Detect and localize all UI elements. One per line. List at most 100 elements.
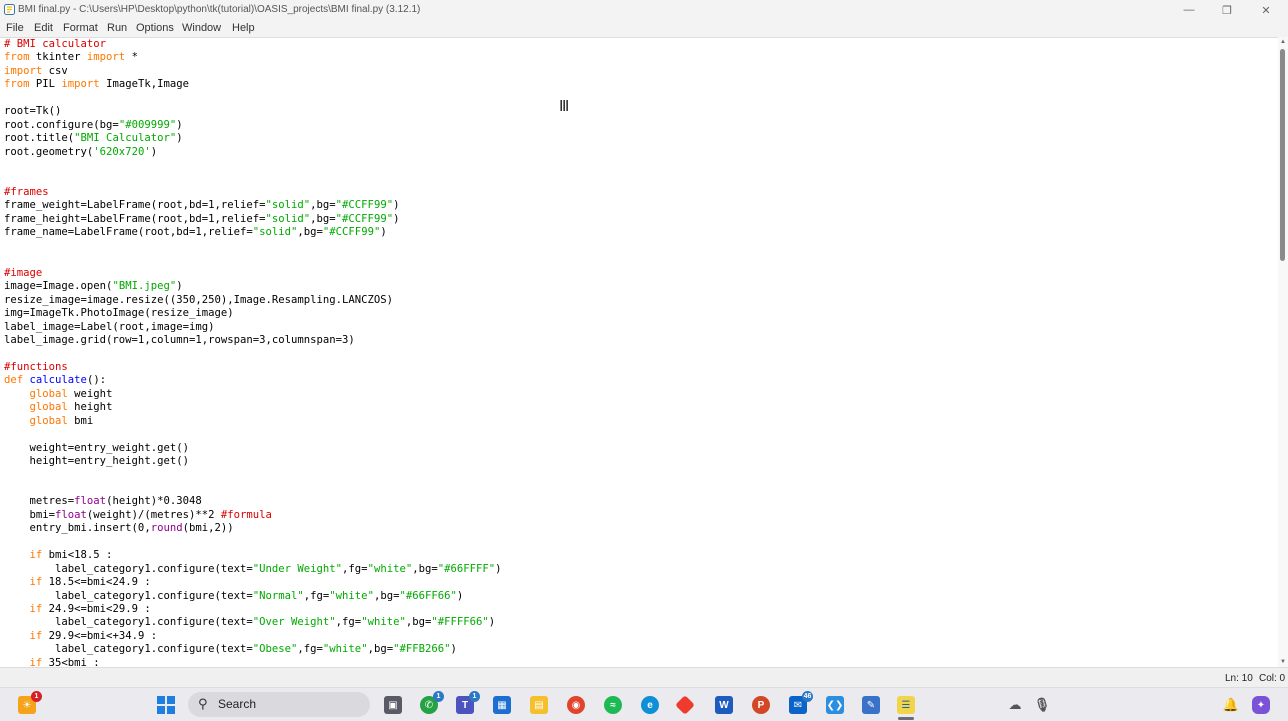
code-line[interactable]: root.geometry('620x720') [4, 146, 157, 158]
teams-icon[interactable]: T 1 [456, 691, 480, 714]
code-line[interactable]: bmi=float(weight)/(metres)**2 #formula [4, 509, 272, 521]
code-line[interactable]: metres=float(height)*0.3048 [4, 495, 202, 507]
close-button[interactable]: ✕ [1247, 0, 1285, 20]
code-token: ,bg= [367, 643, 394, 656]
powerpoint-icon[interactable]: P [752, 696, 770, 714]
code-token: "#66FFFF" [437, 562, 496, 575]
code-line[interactable]: global height [4, 401, 113, 413]
code-token: ) [393, 212, 400, 225]
code-line[interactable]: root.title("BMI Calculator") [4, 132, 183, 144]
code-line[interactable]: root=Tk() [4, 105, 61, 117]
scroll-down-icon[interactable]: ▼ [1280, 659, 1286, 665]
code-token: "#CCFF99" [335, 212, 394, 225]
menu-options[interactable]: Options [136, 22, 174, 34]
code-line[interactable]: frame_weight=LabelFrame(root,bd=1,relief… [4, 199, 399, 211]
code-line[interactable]: if bmi<18.5 : [4, 549, 113, 562]
mail-icon[interactable]: ✉ 46 [789, 691, 813, 714]
code-line[interactable]: #functions [4, 361, 68, 373]
code-token: bmi [67, 414, 94, 427]
code-token: ,fg= [303, 589, 330, 602]
code-line[interactable]: frame_name=LabelFrame(root,bd=1,relief="… [4, 226, 387, 238]
bell-icon[interactable]: 🔔 [1222, 696, 1240, 714]
code-line[interactable]: from PIL import ImageTk,Image [4, 78, 189, 90]
vertical-scrollbar[interactable]: ▲ ▼ [1278, 37, 1288, 667]
onedrive-icon[interactable]: ☁ [1006, 696, 1024, 714]
code-line[interactable]: height=entry_height.get() [4, 455, 189, 467]
code-token: height=entry_height.get() [4, 455, 189, 468]
status-bar: Ln: 10 Col: 0 [0, 667, 1288, 688]
code-line[interactable]: weight=entry_weight.get() [4, 442, 189, 454]
code-line[interactable]: label_category1.configure(text="Under We… [4, 563, 502, 575]
word-icon[interactable]: W [715, 696, 733, 714]
code-line[interactable]: resize_image=image.resize((350,250),Imag… [4, 294, 393, 306]
code-line[interactable]: label_category1.configure(text="Obese",f… [4, 643, 457, 655]
code-token: round [150, 522, 183, 535]
code-editor[interactable]: # BMI calculator from tkinter import * i… [0, 37, 1278, 668]
restore-button[interactable]: ❐ [1208, 0, 1246, 20]
scroll-up-icon[interactable]: ▲ [1280, 39, 1286, 45]
menu-file[interactable]: File [6, 22, 24, 34]
menu-help[interactable]: Help [232, 22, 255, 34]
python-idle-icon [4, 4, 15, 15]
taskbar-search-box[interactable]: ⚲ Search [188, 692, 370, 717]
code-line[interactable]: label_image=Label(root,image=img) [4, 321, 214, 333]
code-line[interactable]: if 18.5<=bmi<24.9 : [4, 576, 151, 588]
code-token: ) [450, 643, 457, 656]
notepad-icon[interactable]: ✎ [862, 696, 880, 714]
code-line[interactable]: frame_height=LabelFrame(root,bd=1,relief… [4, 213, 399, 225]
code-line[interactable]: #frames [4, 186, 49, 198]
code-token: float [74, 495, 107, 508]
task-view-icon[interactable]: ▣ [384, 696, 402, 714]
code-token: ) [456, 589, 464, 602]
store-icon[interactable]: ▦ [493, 696, 511, 714]
file-explorer-icon[interactable]: ▤ [530, 696, 548, 714]
start-button[interactable] [157, 696, 175, 714]
menu-window[interactable]: Window [182, 22, 221, 34]
code-token: "Over Weight" [252, 616, 336, 629]
microphone-icon[interactable]: 🎙 [1033, 696, 1051, 714]
code-line[interactable]: # BMI calculator [4, 38, 106, 50]
idle-icon[interactable]: ☰ [897, 696, 915, 714]
spotify-icon[interactable]: ≈ [604, 696, 622, 714]
copilot-icon[interactable]: ✦ [1252, 696, 1270, 714]
code-line[interactable]: if 29.9<=bmi<+34.9 : [4, 630, 158, 642]
code-line[interactable]: global bmi [4, 414, 94, 427]
menu-run[interactable]: Run [107, 22, 127, 34]
code-line[interactable]: #image [4, 267, 42, 279]
scrollbar-thumb[interactable] [1280, 49, 1285, 261]
code-line[interactable]: import csv [4, 65, 68, 77]
code-token: ) [150, 145, 158, 158]
code-token: import [4, 64, 43, 77]
code-line[interactable]: label_image.grid(row=1,column=1,rowspan=… [4, 334, 355, 346]
search-icon: ⚲ [198, 696, 208, 711]
weather-icon[interactable]: ☀ 1 [18, 691, 42, 714]
code-line[interactable]: label_category1.configure(text="Normal",… [4, 590, 463, 602]
menu-edit[interactable]: Edit [34, 22, 53, 34]
vscode-icon[interactable]: ❮❯ [826, 696, 844, 714]
edge-icon[interactable]: e [641, 696, 659, 714]
code-line[interactable]: from tkinter import * [4, 51, 138, 63]
code-token: global [29, 414, 68, 427]
anydesk-icon[interactable] [675, 695, 695, 715]
code-token: label_category1.configure(text= [4, 616, 253, 629]
minimize-button[interactable]: — [1170, 0, 1208, 20]
notification-badge: 46 [802, 691, 813, 702]
code-token: * [125, 51, 138, 64]
code-line[interactable]: def calculate(): [4, 374, 106, 386]
code-line[interactable]: entry_bmi.insert(0,round(bmi,2)) [4, 522, 234, 534]
code-line[interactable]: label_category1.configure(text="Over Wei… [4, 616, 495, 628]
menu-format[interactable]: Format [63, 22, 98, 34]
code-token: if [29, 576, 43, 589]
code-line[interactable]: global weight [4, 388, 113, 400]
code-token: if [29, 549, 43, 562]
code-text[interactable]: # BMI calculator from tkinter import * i… [4, 38, 502, 668]
notification-badge: 1 [433, 691, 444, 702]
whatsapp-icon[interactable]: ✆ 1 [420, 691, 444, 714]
code-line[interactable]: if 24.9<=bmi<29.9 : [4, 603, 151, 615]
code-line[interactable]: img=ImageTk.PhotoImage(resize_image) [4, 307, 234, 319]
code-line[interactable]: image=Image.open("BMI.jpeg") [4, 280, 183, 292]
code-line[interactable]: root.configure(bg="#009999") [4, 119, 183, 131]
chrome-icon[interactable]: ◉ [567, 696, 585, 714]
